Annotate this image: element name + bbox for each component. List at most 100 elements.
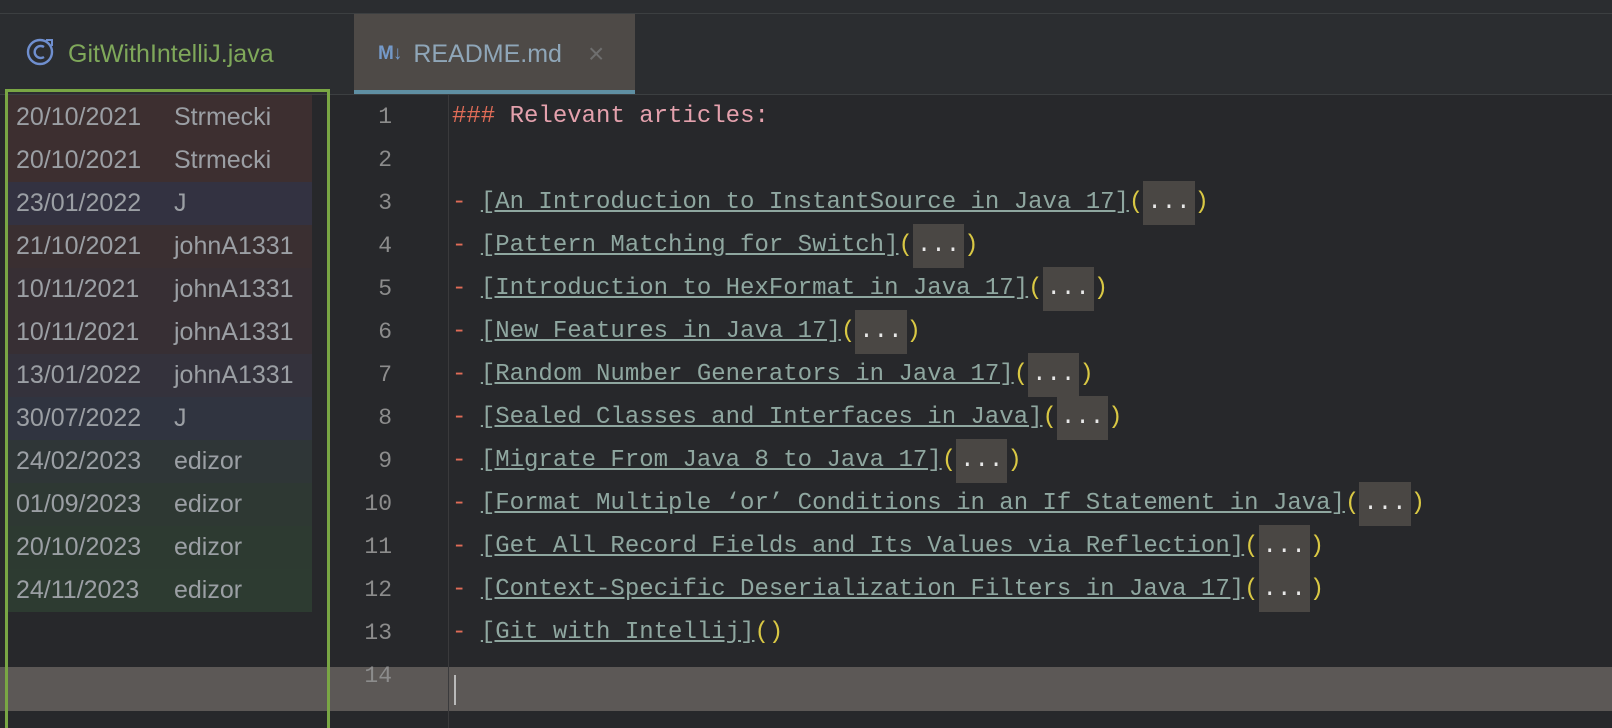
list-bullet: - — [452, 275, 467, 302]
annotation-date: 24/11/2023 — [16, 575, 140, 604]
line-number: 11 — [364, 534, 392, 560]
tab-label: GitWithIntelliJ.java — [68, 39, 274, 68]
list-bullet: - — [452, 361, 467, 388]
folded-url[interactable]: ... — [1042, 267, 1094, 311]
link-paren-open: ( — [840, 318, 856, 345]
code-line: - [Introduction to HexFormat in Java 17]… — [452, 267, 1108, 311]
annotation-row[interactable]: 20/10/2023 edizor — [8, 525, 312, 569]
annotation-author: edizor — [174, 575, 243, 604]
code-line: - [Format Multiple ‘or’ Conditions in an… — [452, 482, 1425, 526]
java-class-icon — [24, 36, 56, 73]
list-bullet: - — [452, 318, 467, 345]
annotation-row[interactable]: 24/11/2023 edizor — [8, 568, 312, 612]
annotation-row[interactable]: 20/10/2021 Strmecki — [8, 138, 312, 182]
editor-tab-bar: GitWithIntelliJ.java M↓ README.md × — [0, 14, 1612, 95]
link-paren-open: ( — [1042, 404, 1057, 431]
list-bullet: - — [452, 189, 467, 216]
folded-url[interactable]: ... — [1056, 396, 1109, 440]
folded-url[interactable]: ... — [956, 439, 1008, 483]
annotation-row[interactable]: 10/11/2021 johnA1331 — [8, 267, 312, 311]
code-line: ### Relevant articles: — [452, 95, 769, 139]
annotation-row[interactable]: 30/07/2022 J — [8, 396, 312, 440]
link-paren-close: ) — [1309, 533, 1325, 560]
folded-url[interactable]: ... — [1028, 353, 1080, 397]
link-paren-open: ( — [754, 619, 769, 646]
tab-label: README.md — [413, 39, 562, 68]
code-line: - [Git with Intellij]() — [452, 611, 783, 655]
link-paren-open: ( — [1244, 533, 1259, 560]
markdown-link-text[interactable]: [Migrate From Java 8 to Java 17] — [481, 447, 942, 474]
line-number: 10 — [364, 491, 392, 517]
code-line: - [Context-Specific Deserialization Filt… — [452, 568, 1324, 612]
list-bullet: - — [452, 619, 467, 646]
annotation-row[interactable]: 01/09/2023 edizor — [8, 482, 312, 526]
link-paren-close: ) — [1093, 275, 1109, 302]
annotation-row[interactable]: 13/01/2022 johnA1331 — [8, 353, 312, 397]
list-bullet: - — [452, 490, 467, 517]
annotation-author: edizor — [174, 532, 243, 561]
tab-readme-md[interactable]: M↓ README.md × — [354, 14, 635, 94]
annotation-date: 10/11/2021 — [16, 274, 140, 303]
markdown-header-mark: ### — [452, 103, 496, 130]
annotation-author: edizor — [174, 446, 243, 475]
link-paren-close: ) — [1108, 404, 1123, 431]
markdown-link-text[interactable]: [Format Multiple ‘or’ Conditions in an I… — [481, 490, 1345, 517]
folded-url[interactable]: ... — [1258, 568, 1310, 612]
markdown-link-text[interactable]: [Pattern Matching for Switch] — [481, 232, 899, 259]
code-line: - [An Introduction to InstantSource in J… — [452, 181, 1209, 225]
line-number: 2 — [378, 147, 392, 173]
annotation-author: J — [174, 403, 187, 432]
code-line: - [Migrate From Java 8 to Java 17](...) — [452, 439, 1022, 483]
markdown-link-text[interactable]: [Random Number Generators in Java 17] — [481, 361, 1014, 388]
line-number: 8 — [378, 405, 392, 431]
link-paren-close: ) — [1007, 447, 1022, 474]
list-bullet: - — [452, 576, 467, 603]
code-line: - [New Features in Java 17](...) — [452, 310, 921, 354]
annotation-author: Strmecki — [174, 145, 272, 174]
code-line: - [Pattern Matching for Switch](...) — [452, 224, 979, 268]
active-tab-indicator — [354, 90, 635, 94]
link-paren-open: ( — [1028, 275, 1043, 302]
folded-url[interactable]: ... — [912, 224, 965, 268]
git-blame-annotations[interactable]: 24/11/2023 edizor 20/10/2023 edizor 01/09/20… — [0, 89, 330, 728]
link-paren-open: ( — [1128, 189, 1144, 216]
line-number: 13 — [364, 620, 392, 646]
link-paren-open: ( — [941, 447, 957, 474]
folded-url[interactable]: ... — [1359, 482, 1411, 526]
annotation-row[interactable]: 24/02/2023 edizor — [8, 439, 312, 483]
annotation-author: johnA1331 — [174, 231, 294, 260]
markdown-link-text[interactable]: [Git with Intellij] — [481, 619, 755, 646]
annotation-date: 20/10/2023 — [16, 532, 142, 561]
title-strip — [0, 0, 1612, 14]
close-icon[interactable]: × — [588, 40, 604, 68]
folded-url[interactable]: ... — [1258, 525, 1310, 569]
annotation-row[interactable]: 21/10/2021 johnA1331 — [8, 224, 312, 268]
markdown-link-text[interactable]: [New Features in Java 17] — [481, 318, 841, 345]
folded-url[interactable]: ... — [1143, 181, 1195, 225]
folded-url[interactable]: ... — [855, 310, 907, 354]
annotation-row[interactable]: 23/01/2022 J — [8, 181, 312, 225]
list-bullet: - — [452, 533, 467, 560]
line-number: 12 — [364, 577, 392, 603]
line-number: 7 — [378, 362, 392, 388]
annotation-date: 20/10/2021 — [16, 102, 142, 131]
annotation-date: 10/11/2021 — [16, 317, 140, 346]
line-number-gutter: 1 2 3 4 5 6 7 8 9 10 11 12 13 14 — [330, 95, 449, 728]
markdown-link-text[interactable]: [Introduction to HexFormat in Java 17] — [481, 275, 1028, 302]
markdown-link-text[interactable]: [An Introduction to InstantSource in Jav… — [481, 189, 1129, 216]
annotation-date: 30/07/2022 — [16, 403, 142, 432]
text-caret — [454, 675, 456, 705]
annotation-author: edizor — [174, 489, 243, 518]
annotation-date: 23/01/2022 — [16, 188, 142, 217]
annotation-row[interactable]: 20/10/2021 Strmecki — [8, 95, 312, 139]
markdown-link-text[interactable]: [Sealed Classes and Interfaces in Java] — [481, 404, 1043, 431]
markdown-link-text[interactable]: [Get All Record Fields and Its Values vi… — [481, 533, 1244, 560]
annotation-row[interactable]: 10/11/2021 johnA1331 — [8, 310, 312, 354]
annotation-date: 21/10/2021 — [16, 231, 142, 260]
annotation-date: 20/10/2021 — [16, 145, 142, 174]
annotation-author: Strmecki — [174, 102, 272, 131]
markdown-link-text[interactable]: [Context-Specific Deserialization Filter… — [481, 576, 1244, 603]
tab-gitwithintellij-java[interactable]: GitWithIntelliJ.java — [0, 14, 354, 94]
code-content[interactable]: ### Relevant articles: - [An Introduction… — [452, 95, 1612, 728]
editor-area[interactable]: 24/11/2023 edizor 20/10/2023 edizor 01/09/20… — [0, 89, 1612, 728]
